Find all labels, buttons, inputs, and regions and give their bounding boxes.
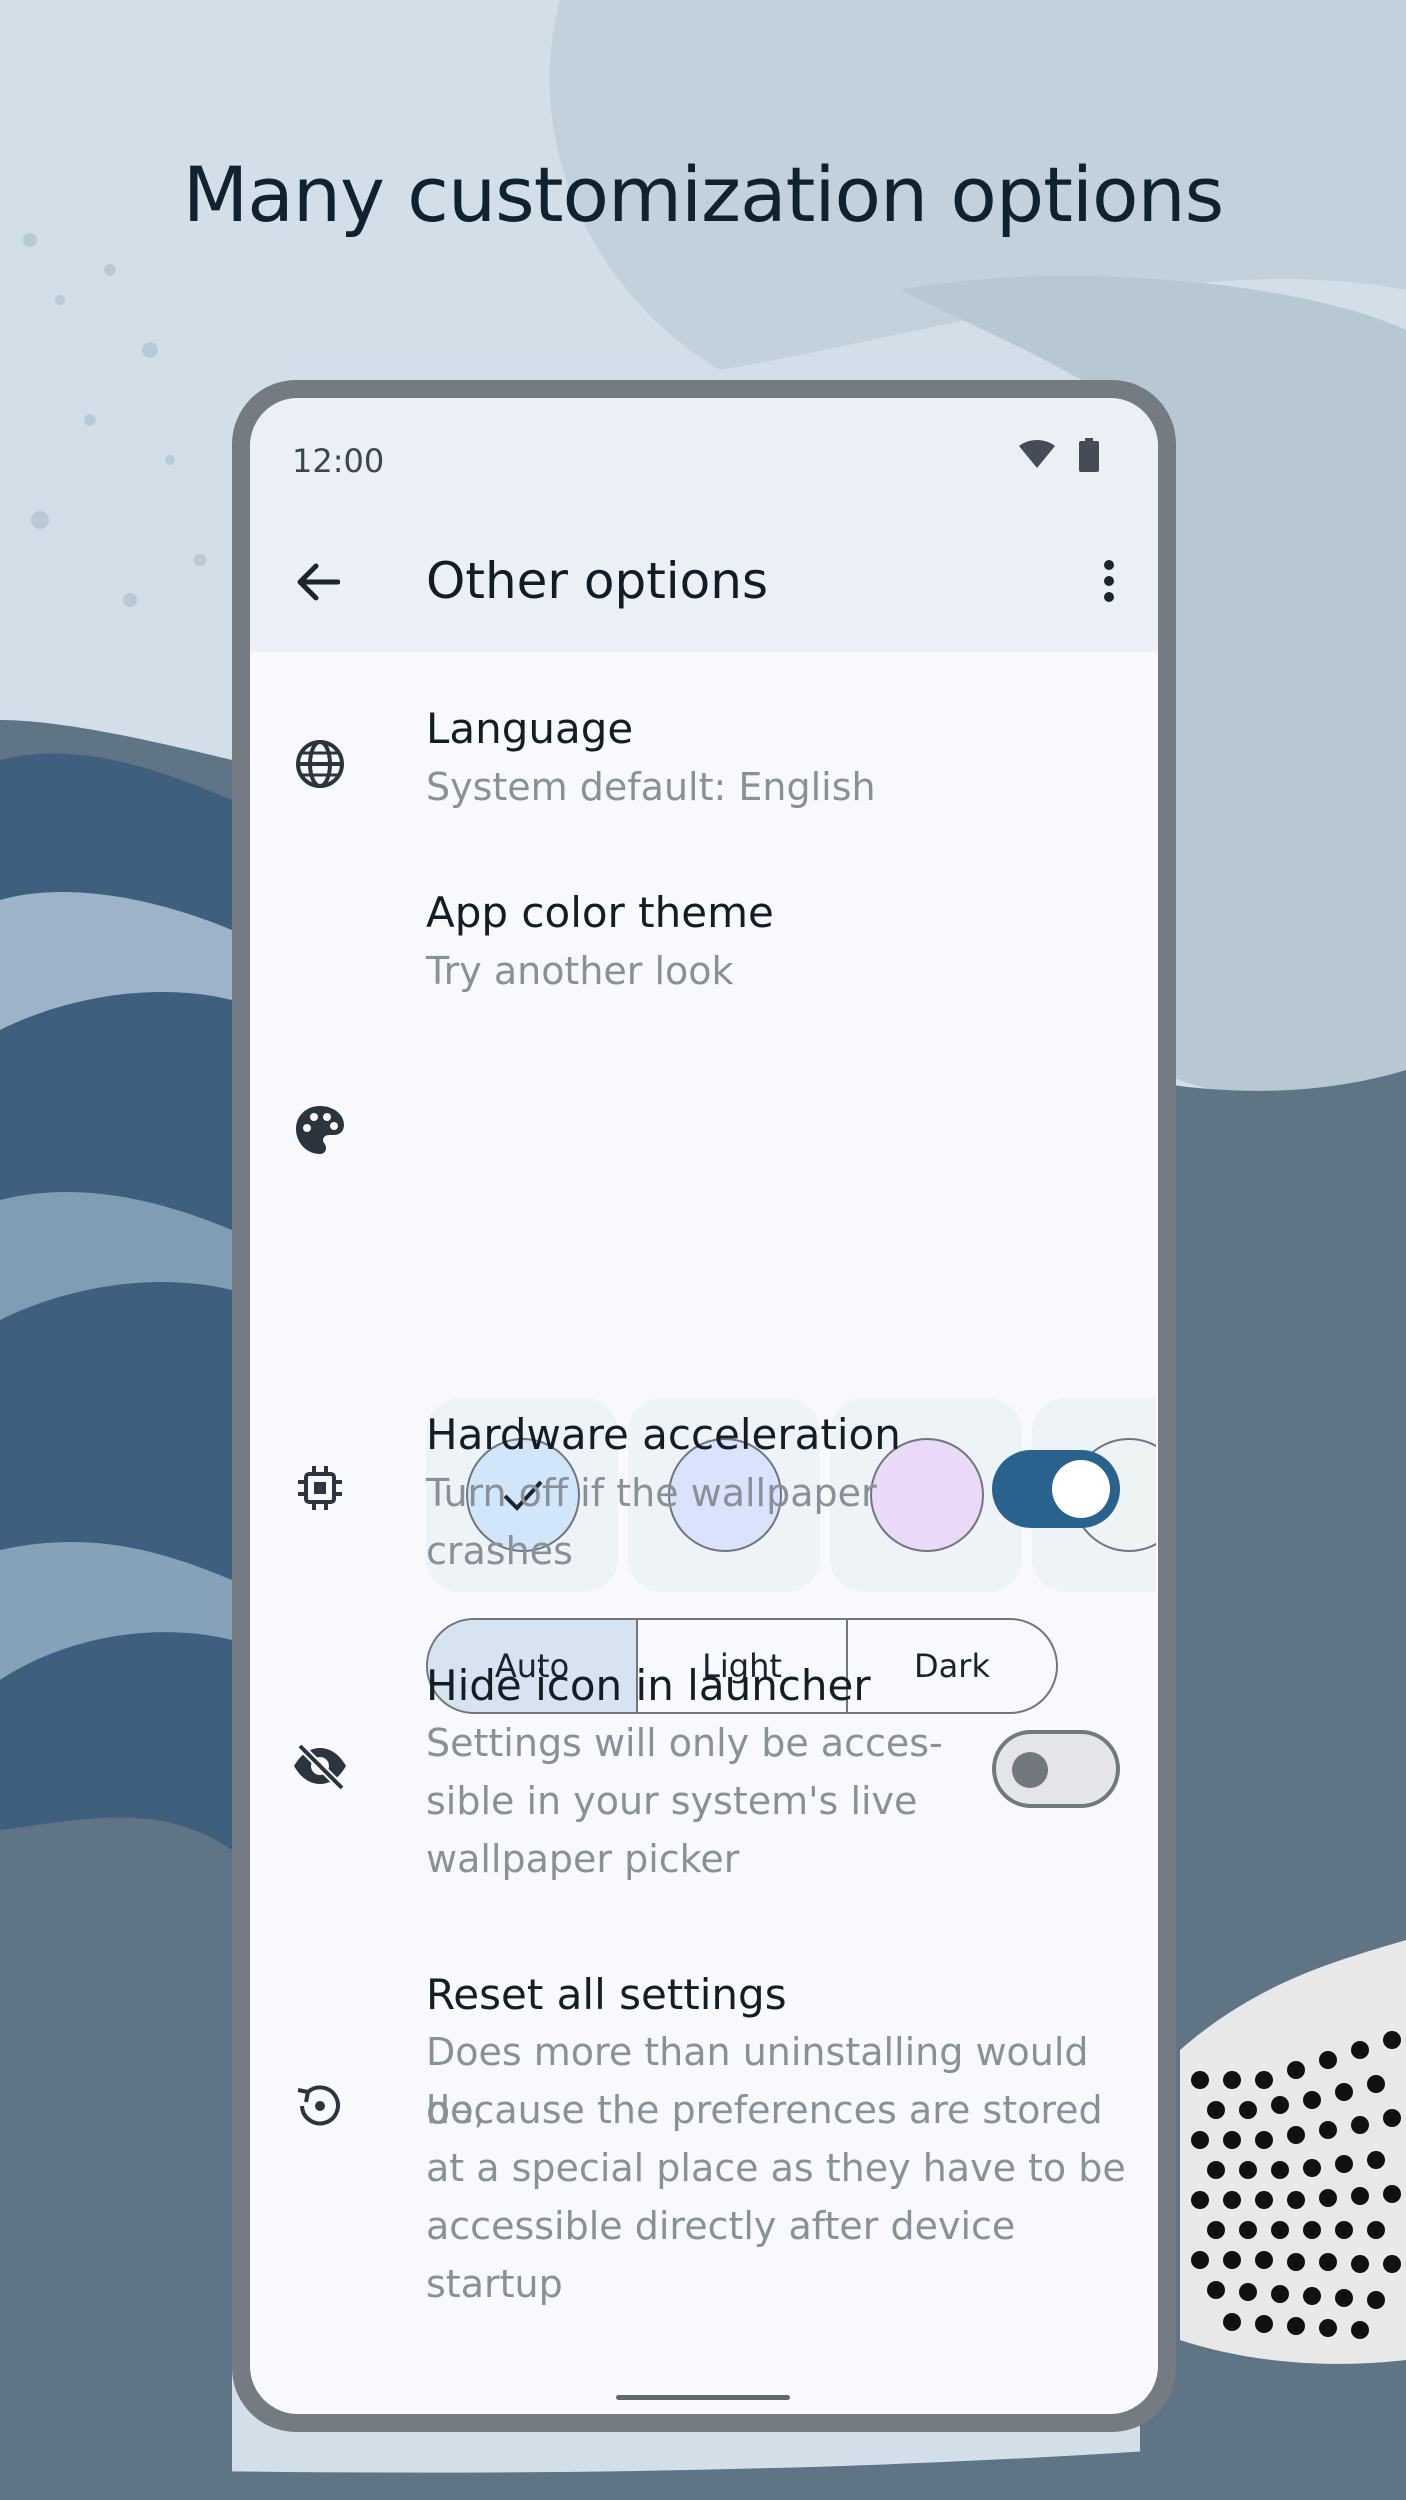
headline: Many customization options — [182, 150, 1225, 239]
reset-subtitle-line4: accessible directly after device startup — [426, 2204, 1016, 2306]
status-bar: 12:00 — [250, 398, 1158, 508]
hide-icon-title: Hide icon in launcher — [426, 1661, 871, 1710]
hardware-subtitle-line2: crashes — [426, 1529, 573, 1573]
battery-icon — [1078, 438, 1100, 476]
reset-subtitle-line3: at a special place as they have to be — [426, 2146, 1126, 2190]
gesture-nav-handle[interactable] — [616, 2395, 790, 2400]
chip-icon — [288, 1456, 352, 1520]
reset-title: Reset all settings — [426, 1970, 787, 2019]
more-vert-icon — [1104, 560, 1114, 602]
hardware-title: Hardware acceleration — [426, 1410, 901, 1459]
mode-dark-button[interactable]: Dark — [848, 1620, 1056, 1712]
restore-icon — [288, 2074, 352, 2138]
more-options-button[interactable] — [1084, 548, 1134, 614]
palette-icon — [288, 1098, 352, 1162]
language-subtitle: System default: English — [426, 765, 876, 809]
phone-screen: 12:00 Other options Language System defa… — [250, 398, 1158, 2414]
page-title: Other options — [426, 552, 769, 610]
hardware-acceleration-switch[interactable] — [992, 1450, 1120, 1528]
switch-knob — [1012, 1752, 1048, 1788]
language-title: Language — [426, 704, 634, 753]
hide-icon-switch[interactable] — [992, 1730, 1120, 1808]
wifi-icon — [1018, 440, 1056, 474]
status-icons — [1018, 438, 1100, 476]
hardware-subtitle-line1: Turn off if the wallpaper — [426, 1471, 877, 1515]
phone-frame: 12:00 Other options Language System defa… — [232, 380, 1176, 2432]
status-time: 12:00 — [292, 442, 385, 480]
hide-icon-subtitle-line3: wallpaper picker — [426, 1837, 740, 1881]
visibility-off-icon — [288, 1734, 352, 1798]
back-button[interactable] — [288, 552, 348, 612]
arrow-back-icon — [297, 563, 340, 601]
theme-title: App color theme — [426, 888, 774, 937]
theme-subtitle: Try another look — [426, 949, 734, 993]
hide-icon-subtitle-line2: sible in your system's live — [426, 1779, 918, 1823]
switch-knob — [1052, 1460, 1110, 1518]
globe-icon — [288, 732, 352, 796]
top-app-bar: Other options — [250, 508, 1158, 652]
hide-icon-subtitle-line1: Settings will only be acces- — [426, 1721, 943, 1765]
reset-subtitle-line2: because the preferences are stored — [426, 2088, 1103, 2132]
